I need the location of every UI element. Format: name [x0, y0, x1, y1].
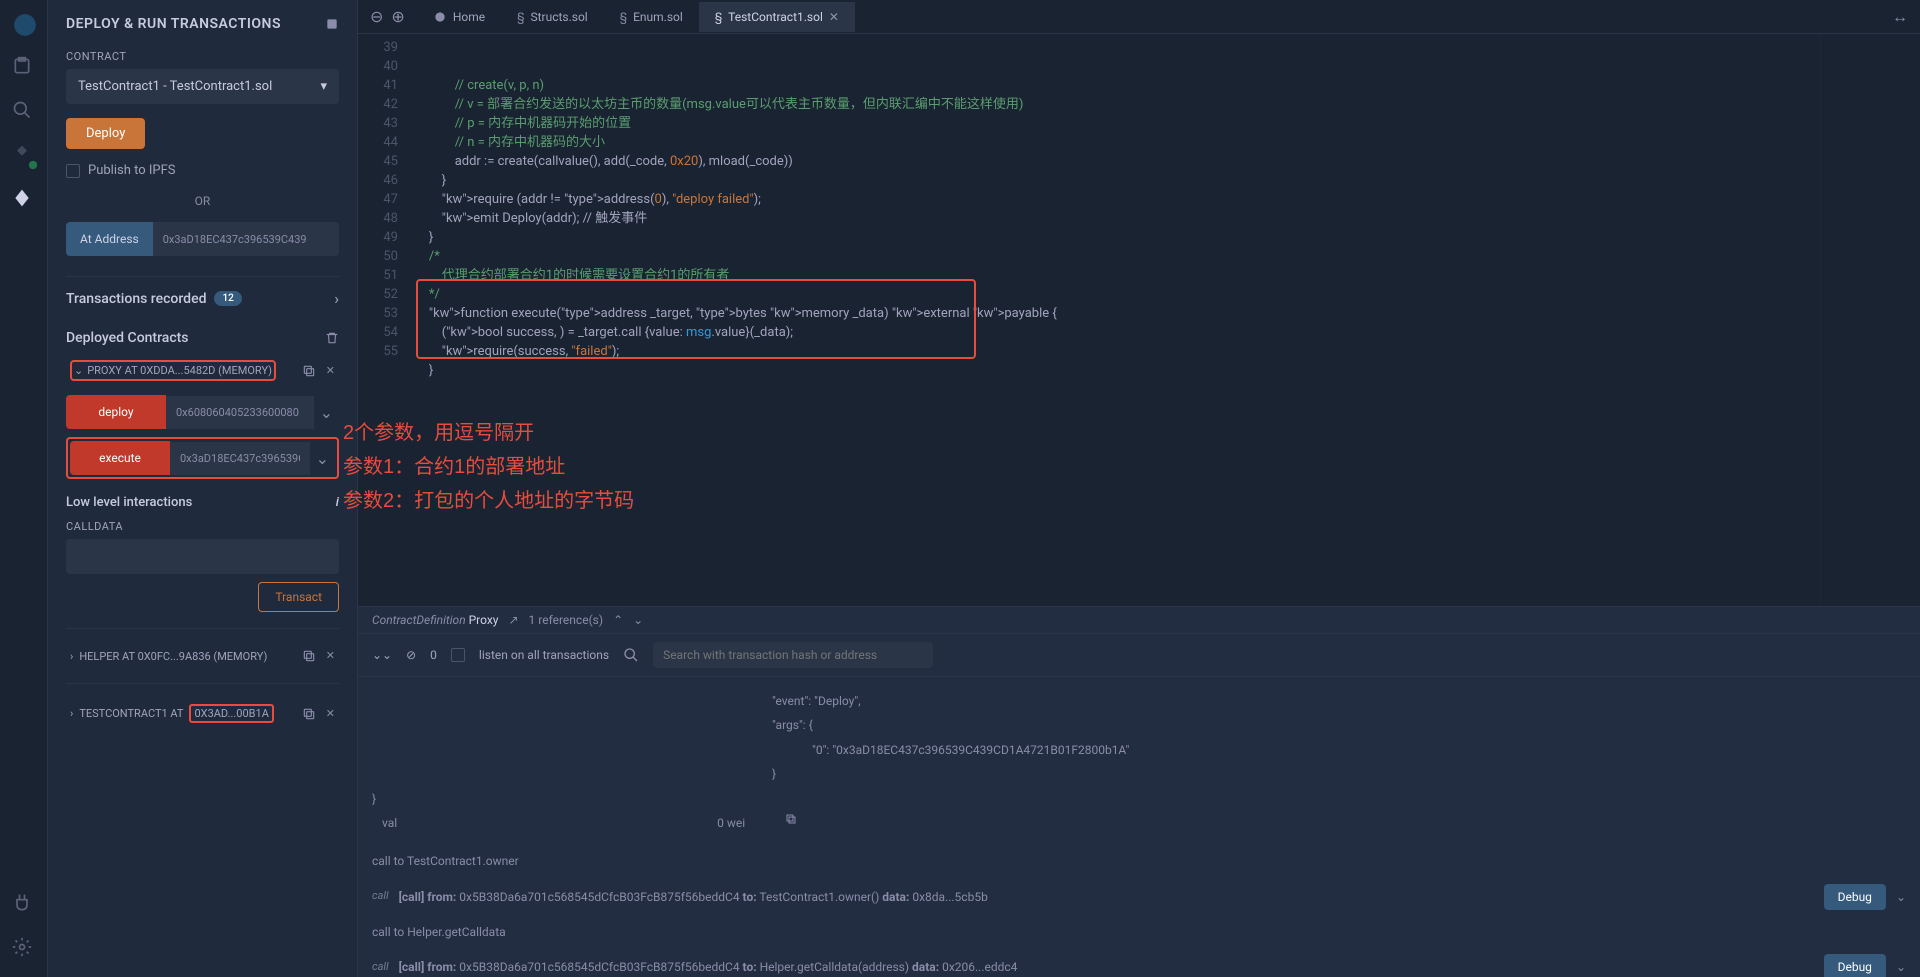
transactions-recorded-section[interactable]: Transactions recorded 12 › — [66, 276, 339, 320]
terminal: ⌄⌄ ⊘ 0 listen on all transactions "event… — [358, 633, 1920, 977]
deployed-contracts-title: Deployed Contracts — [66, 330, 189, 346]
chevron-right-icon: › — [70, 707, 73, 720]
info-icon[interactable]: i — [336, 495, 339, 510]
helper-instance-header[interactable]: › HELPER AT 0X0FC...9A836 (MEMORY) — [70, 650, 267, 663]
or-divider: OR — [66, 194, 339, 208]
line-gutter: 3940414243444546474849505152535455 — [358, 34, 408, 606]
chevron-right-icon: › — [70, 650, 73, 663]
tab-enum[interactable]: § Enum.sol — [604, 2, 699, 32]
tab-close-icon[interactable]: ✕ — [829, 10, 839, 24]
tab-home[interactable]: Home — [417, 2, 501, 32]
tabbar: ⊖ ⊕ Home § Structs.sol § Enum.sol § Test… — [358, 0, 1920, 34]
file-explorer-icon[interactable] — [12, 56, 36, 80]
calldata-input[interactable] — [66, 539, 339, 574]
zoom-out-icon[interactable]: ⊖ — [370, 7, 383, 26]
fn-deploy-button[interactable]: deploy — [66, 395, 166, 429]
listen-checkbox[interactable] — [451, 648, 465, 662]
copy-icon[interactable] — [302, 364, 316, 378]
scroll-down-icon[interactable]: ⌄⌄ — [372, 648, 392, 662]
clear-icon[interactable]: ⊘ — [406, 648, 416, 662]
at-address-button[interactable]: At Address — [66, 222, 153, 256]
panel-title: DEPLOY & RUN TRANSACTIONS — [66, 16, 339, 32]
minimap[interactable] — [1820, 34, 1920, 606]
lowlevel-title: Low level interactions — [66, 495, 192, 510]
terminal-search-input[interactable] — [653, 642, 933, 668]
copy-icon[interactable] — [785, 813, 797, 825]
main-content: ⊖ ⊕ Home § Structs.sol § Enum.sol § Test… — [358, 0, 1920, 977]
deploy-run-icon[interactable] — [12, 188, 36, 212]
down-icon[interactable]: ⌄ — [633, 613, 643, 627]
tab-structs[interactable]: § Structs.sol — [501, 2, 604, 32]
contract-label: CONTRACT — [66, 50, 339, 63]
fn-deploy-input[interactable] — [166, 396, 314, 429]
call-badge: call — [372, 958, 389, 977]
up-icon[interactable]: ⌃ — [613, 613, 623, 627]
publish-ipfs-label: Publish to IPFS — [88, 163, 176, 178]
search-icon[interactable] — [12, 100, 36, 124]
breadcrumb: ContractDefinition Proxy ↗ 1 reference(s… — [358, 606, 1920, 633]
debug-button[interactable]: Debug — [1824, 954, 1886, 977]
expand-icon[interactable]: ⌄ — [310, 449, 335, 468]
settings-icon[interactable] — [12, 937, 36, 961]
deploy-button[interactable]: Deploy — [66, 118, 145, 149]
publish-ipfs-checkbox[interactable] — [66, 164, 80, 178]
contract-select[interactable]: TestContract1 - TestContract1.sol ▾ — [66, 69, 339, 104]
copy-icon[interactable] — [302, 707, 316, 721]
solidity-compiler-icon[interactable] — [12, 144, 36, 168]
panel-collapse-icon[interactable] — [325, 17, 339, 31]
at-address-input[interactable] — [153, 222, 339, 256]
pending-count: 0 — [430, 648, 437, 662]
testcontract-instance-header[interactable]: › TESTCONTRACT1 AT 0X3AD...00B1A — [70, 704, 274, 723]
chevron-right-icon: › — [334, 289, 339, 308]
copy-icon[interactable] — [302, 649, 316, 663]
transact-button[interactable]: Transact — [258, 582, 339, 612]
close-icon[interactable]: ✕ — [326, 364, 335, 378]
search-icon[interactable] — [623, 647, 639, 663]
fn-execute-button[interactable]: execute — [70, 441, 170, 475]
code-area[interactable]: // create(v, p, n) // v = 部署合约发送的以太坊主币的数… — [408, 34, 1820, 606]
calldata-label: CALLDATA — [66, 520, 339, 533]
close-icon[interactable]: ✕ — [326, 649, 335, 663]
remix-logo-icon[interactable] — [12, 12, 36, 36]
proxy-instance-header[interactable]: ⌄ PROXY AT 0XDDA...5482D (MEMORY) — [70, 360, 276, 381]
expand-icon[interactable]: ⌄ — [314, 403, 339, 422]
tab-testcontract[interactable]: § TestContract1.sol ✕ — [699, 2, 855, 32]
call-badge: call — [372, 887, 389, 906]
terminal-output[interactable]: "event": "Deploy", "args": { "0": "0x3aD… — [358, 677, 1920, 977]
icon-sidebar — [0, 0, 48, 977]
share-icon[interactable]: ↗ — [508, 613, 518, 627]
chevron-down-icon: ⌄ — [74, 364, 83, 377]
tx-count-badge: 12 — [214, 291, 241, 306]
plugin-manager-icon[interactable] — [12, 893, 36, 917]
fn-execute-input[interactable] — [170, 442, 310, 475]
debug-button[interactable]: Debug — [1824, 884, 1886, 910]
trash-icon[interactable] — [325, 331, 339, 345]
chevron-down-icon: ▾ — [320, 79, 327, 94]
code-editor[interactable]: 3940414243444546474849505152535455 // cr… — [358, 34, 1920, 606]
expand-icon[interactable]: ↔ — [1880, 7, 1920, 27]
close-icon[interactable]: ✕ — [326, 707, 335, 721]
chevron-down-icon[interactable]: ⌄ — [1896, 957, 1906, 977]
zoom-in-icon[interactable]: ⊕ — [391, 7, 404, 26]
chevron-down-icon[interactable]: ⌄ — [1896, 887, 1906, 907]
deploy-panel: DEPLOY & RUN TRANSACTIONS CONTRACT TestC… — [48, 0, 358, 977]
listen-label: listen on all transactions — [479, 648, 609, 662]
